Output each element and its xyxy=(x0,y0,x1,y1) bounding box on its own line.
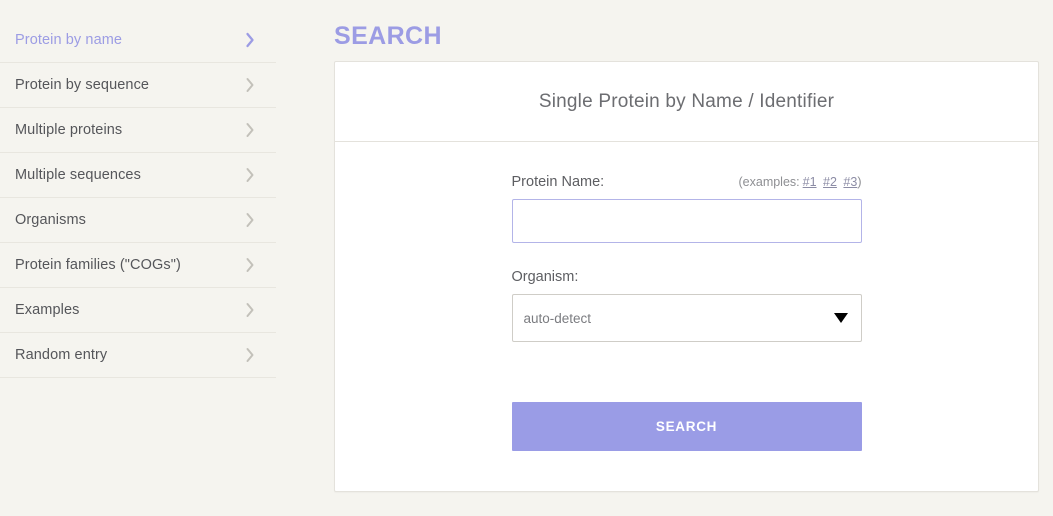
chevron-right-icon xyxy=(245,167,255,183)
chevron-right-icon xyxy=(245,77,255,93)
organism-label: Organism: xyxy=(511,269,579,285)
page-title: SEARCH xyxy=(334,22,442,50)
sidebar-item-label: Examples xyxy=(15,302,80,318)
search-button[interactable]: SEARCH xyxy=(511,402,862,451)
search-form: Protein Name: (examples: #1 #2 #3) Organi… xyxy=(511,174,862,451)
search-card: Single Protein by Name / Identifier Prot… xyxy=(334,61,1039,492)
sidebar-item-protein-by-name[interactable]: Protein by name xyxy=(0,18,276,63)
search-card-title: Single Protein by Name / Identifier xyxy=(538,90,835,112)
sidebar: Protein by name Protein by sequence Mult… xyxy=(0,0,276,378)
search-card-header: Single Protein by Name / Identifier xyxy=(335,62,1038,142)
sidebar-item-organisms[interactable]: Organisms xyxy=(0,198,276,243)
example-link-2[interactable]: #2 xyxy=(823,175,837,189)
sidebar-item-label: Protein families ("COGs") xyxy=(15,257,181,273)
organism-select-value: auto-detect xyxy=(523,310,592,326)
chevron-right-icon xyxy=(245,302,255,318)
sidebar-item-label: Random entry xyxy=(15,347,108,363)
organism-select[interactable]: auto-detect xyxy=(511,294,862,342)
sidebar-item-examples[interactable]: Examples xyxy=(0,288,276,333)
examples-prefix: (examples: xyxy=(738,175,800,189)
chevron-right-icon xyxy=(245,257,255,273)
sidebar-item-protein-by-sequence[interactable]: Protein by sequence xyxy=(0,63,276,108)
sidebar-item-protein-families[interactable]: Protein families ("COGs") xyxy=(0,243,276,288)
example-link-3[interactable]: #3 xyxy=(843,175,857,189)
protein-name-input[interactable] xyxy=(511,199,862,243)
search-card-body: Protein Name: (examples: #1 #2 #3) Organi… xyxy=(335,142,1038,491)
chevron-right-icon xyxy=(245,347,255,363)
examples-hint: (examples: #1 #2 #3) xyxy=(739,175,862,189)
sidebar-item-multiple-proteins[interactable]: Multiple proteins xyxy=(0,108,276,153)
protein-name-label: Protein Name: xyxy=(511,174,605,190)
example-link-1[interactable]: #1 xyxy=(803,175,817,189)
chevron-down-icon xyxy=(833,313,848,323)
sidebar-item-label: Multiple proteins xyxy=(15,122,123,138)
sidebar-item-label: Multiple sequences xyxy=(15,167,141,183)
sidebar-item-multiple-sequences[interactable]: Multiple sequences xyxy=(0,153,276,198)
sidebar-item-label: Organisms xyxy=(15,212,86,228)
main-content: SEARCH Single Protein by Name / Identifi… xyxy=(334,0,1039,492)
sidebar-item-random-entry[interactable]: Random entry xyxy=(0,333,276,378)
protein-name-row: Protein Name: (examples: #1 #2 #3) xyxy=(512,174,862,190)
page-root: Protein by name Protein by sequence Mult… xyxy=(0,0,1053,516)
examples-suffix: ) xyxy=(857,175,862,189)
chevron-right-icon xyxy=(245,32,255,48)
sidebar-item-label: Protein by name xyxy=(15,32,123,48)
chevron-right-icon xyxy=(245,212,255,228)
chevron-right-icon xyxy=(245,122,255,138)
sidebar-item-label: Protein by sequence xyxy=(15,77,150,93)
